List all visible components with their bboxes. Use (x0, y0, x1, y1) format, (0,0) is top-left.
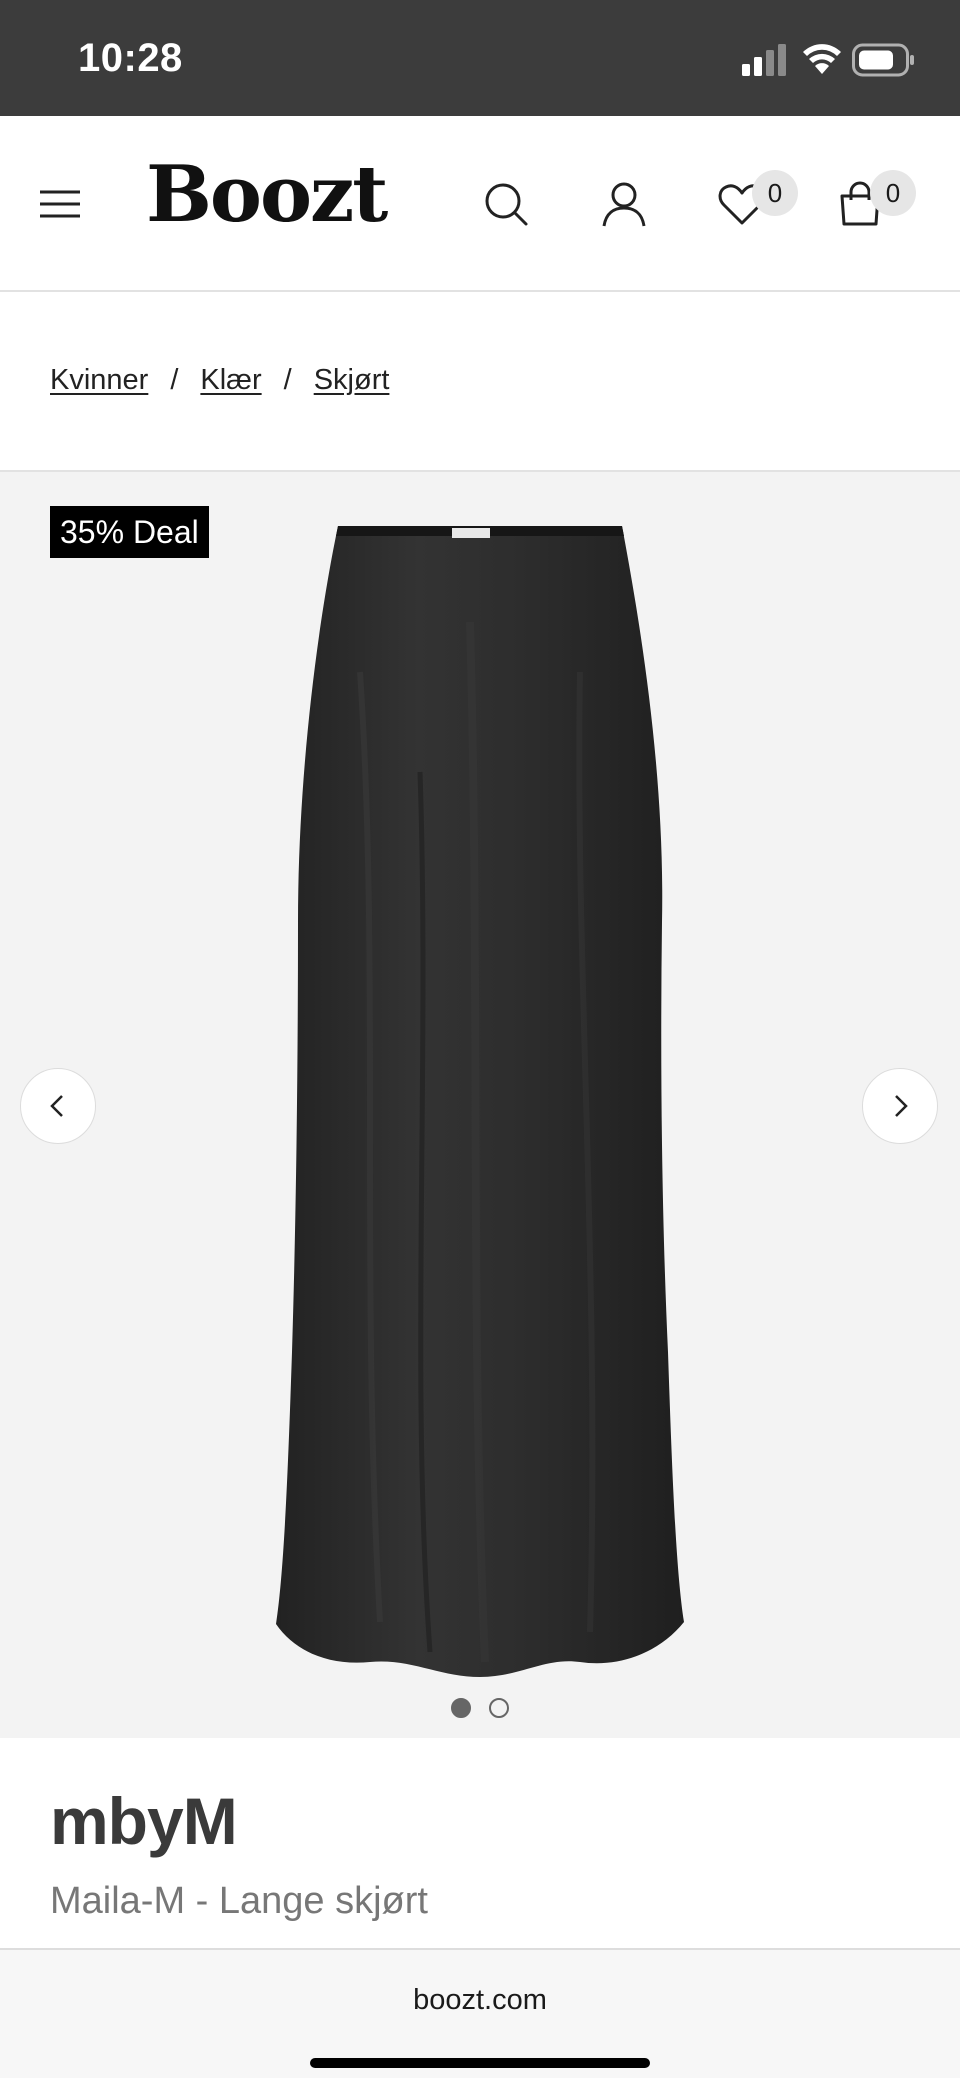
carousel-dot-active[interactable] (451, 1698, 471, 1718)
site-header: Boozt 0 0 (0, 116, 960, 292)
previous-image-button[interactable] (20, 1068, 96, 1144)
search-icon[interactable] (480, 178, 532, 230)
breadcrumb-item-kvinner[interactable]: Kvinner (50, 364, 148, 397)
status-bar: 10:28 (0, 0, 960, 116)
product-name: Maila-M - Lange skjørt (50, 1880, 428, 1922)
url-text[interactable]: boozt.com (0, 1984, 960, 2017)
carousel-dot[interactable] (489, 1698, 509, 1718)
chevron-right-icon (895, 1095, 908, 1117)
boozt-logo[interactable]: Boozt (146, 156, 388, 234)
status-time: 10:28 (78, 36, 183, 80)
product-brand[interactable]: mbyM (50, 1788, 238, 1854)
product-image[interactable] (0, 472, 960, 1738)
breadcrumb-separator: / (170, 364, 179, 396)
chevron-left-icon (50, 1095, 63, 1117)
signal-icon (742, 44, 786, 76)
menu-icon[interactable] (36, 180, 84, 228)
user-icon[interactable] (598, 178, 650, 230)
browser-url-bar[interactable]: boozt.com (0, 1948, 960, 2078)
breadcrumb-item-klaer[interactable]: Klær (200, 364, 261, 397)
breadcrumb: Kvinner / Klær / Skjørt (50, 364, 389, 397)
battery-icon (852, 43, 914, 77)
breadcrumb-separator: / (283, 364, 292, 396)
deal-badge: 35% Deal (50, 506, 209, 558)
next-image-button[interactable] (862, 1068, 938, 1144)
home-indicator[interactable] (310, 2058, 650, 2068)
carousel-dots (0, 1698, 960, 1718)
wifi-icon (803, 44, 841, 74)
breadcrumb-item-skjort[interactable]: Skjørt (314, 364, 390, 397)
product-gallery[interactable]: 35% Deal (0, 472, 960, 1738)
wishlist-count-badge: 0 (752, 170, 798, 216)
bag-count-badge: 0 (870, 170, 916, 216)
